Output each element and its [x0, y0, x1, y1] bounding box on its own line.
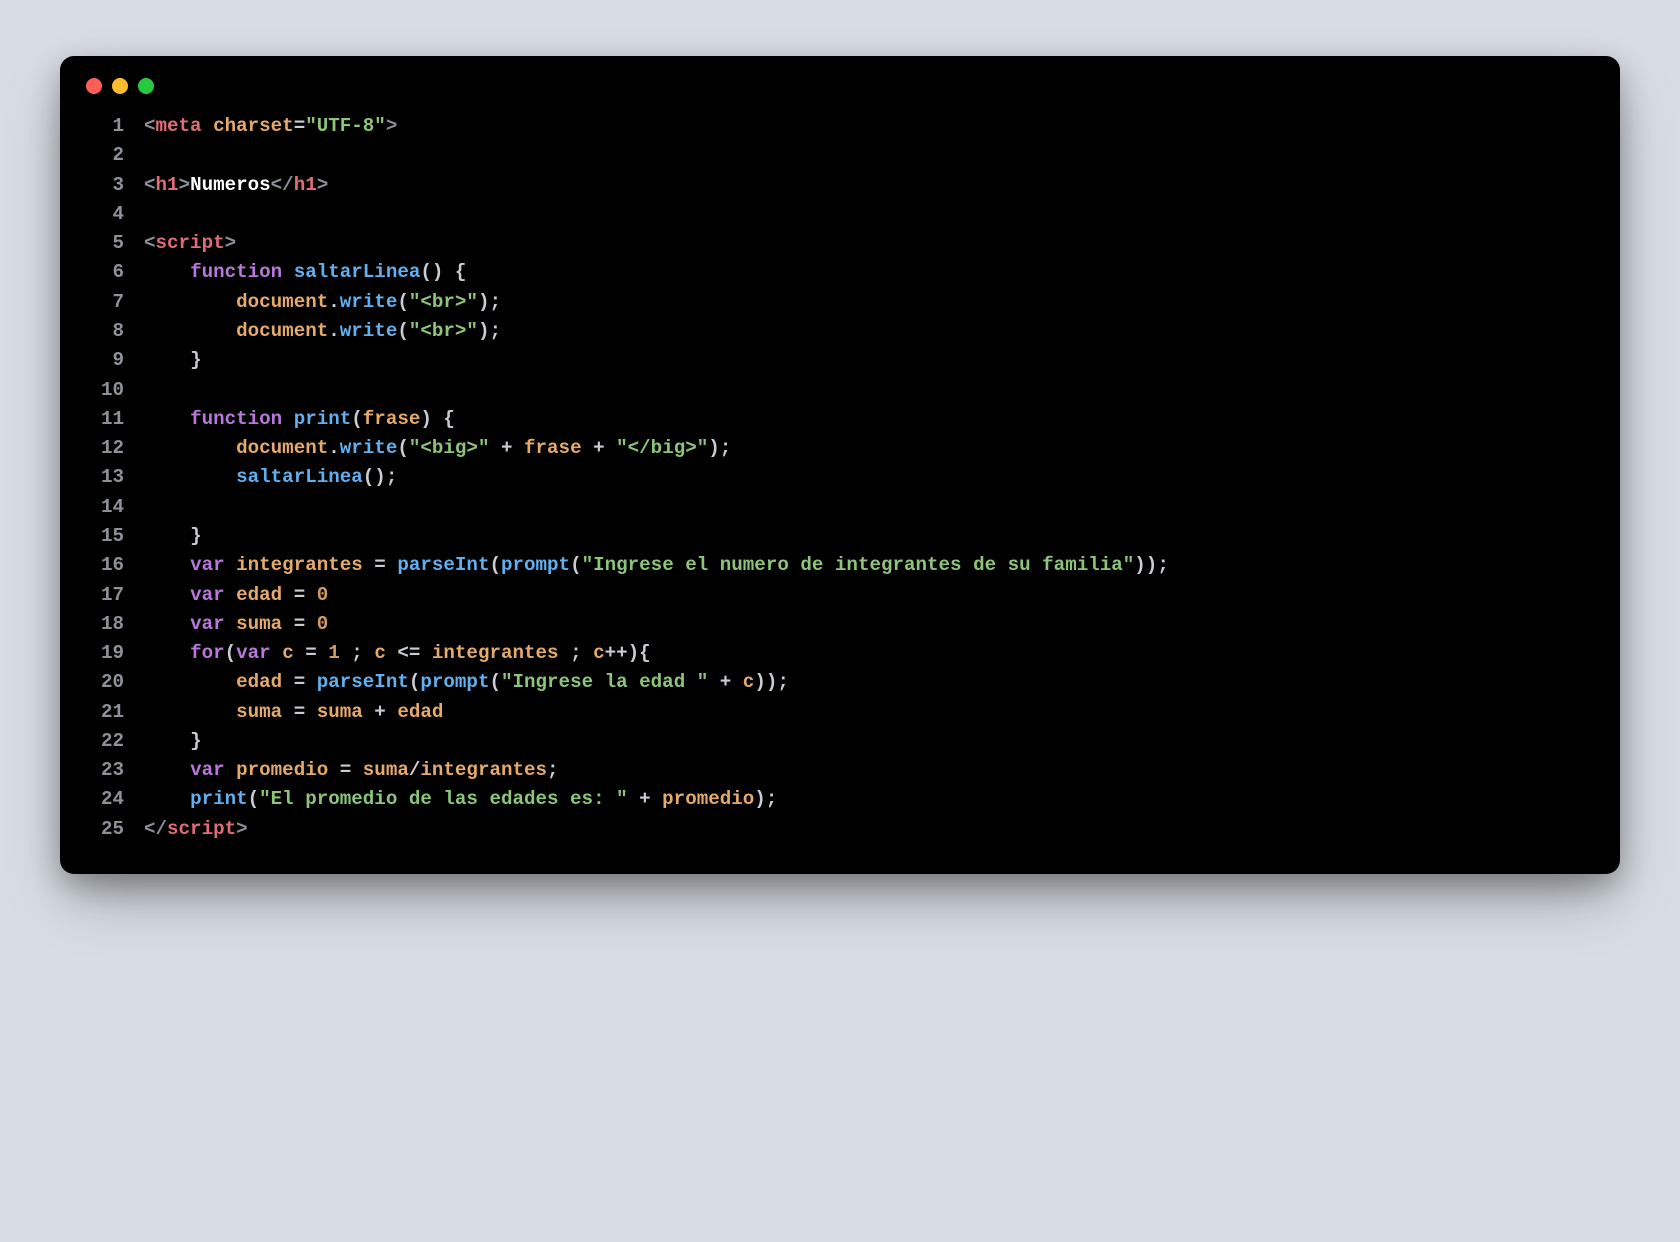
code-line: 12 document.write("<big>" + frase + "</b…	[60, 434, 1592, 463]
code-line: 10	[60, 376, 1592, 405]
line-number: 21	[60, 698, 126, 727]
code-line: 25 </script>	[60, 815, 1592, 844]
code-line: 14	[60, 493, 1592, 522]
code-content	[144, 200, 1592, 229]
line-number: 22	[60, 727, 126, 756]
code-line: 18 var suma = 0	[60, 610, 1592, 639]
code-line: 2	[60, 141, 1592, 170]
line-number: 3	[60, 171, 126, 200]
line-number: 17	[60, 581, 126, 610]
code-content	[144, 376, 1592, 405]
code-line: 7 document.write("<br>");	[60, 288, 1592, 317]
line-number: 7	[60, 288, 126, 317]
line-number: 12	[60, 434, 126, 463]
code-content: var promedio = suma/integrantes;	[144, 756, 1592, 785]
line-number: 23	[60, 756, 126, 785]
line-number: 25	[60, 815, 126, 844]
line-number: 14	[60, 493, 126, 522]
code-window: 1 <meta charset="UTF-8"> 2 3 <h1>Numeros</h…	[60, 56, 1620, 874]
code-line: 21 suma = suma + edad	[60, 698, 1592, 727]
line-number: 20	[60, 668, 126, 697]
code-content	[144, 493, 1592, 522]
code-line: 11 function print(frase) {	[60, 405, 1592, 434]
code-content: }	[144, 346, 1592, 375]
code-content: }	[144, 522, 1592, 551]
code-line: 5 <script>	[60, 229, 1592, 258]
line-number: 5	[60, 229, 126, 258]
close-icon[interactable]	[86, 78, 102, 94]
code-content: document.write("<br>");	[144, 317, 1592, 346]
line-number: 6	[60, 258, 126, 287]
code-content: var integrantes = parseInt(prompt("Ingre…	[144, 551, 1592, 580]
code-content: function saltarLinea() {	[144, 258, 1592, 287]
line-number: 11	[60, 405, 126, 434]
line-number: 16	[60, 551, 126, 580]
code-line: 24 print("El promedio de las edades es: …	[60, 785, 1592, 814]
code-content: saltarLinea();	[144, 463, 1592, 492]
code-content: var edad = 0	[144, 581, 1592, 610]
line-number: 2	[60, 141, 126, 170]
line-number: 15	[60, 522, 126, 551]
line-number: 24	[60, 785, 126, 814]
code-content: print("El promedio de las edades es: " +…	[144, 785, 1592, 814]
line-number: 18	[60, 610, 126, 639]
code-line: 19 for(var c = 1 ; c <= integrantes ; c+…	[60, 639, 1592, 668]
code-line: 16 var integrantes = parseInt(prompt("In…	[60, 551, 1592, 580]
code-line: 20 edad = parseInt(prompt("Ingrese la ed…	[60, 668, 1592, 697]
code-line: 6 function saltarLinea() {	[60, 258, 1592, 287]
code-content	[144, 141, 1592, 170]
code-line: 23 var promedio = suma/integrantes;	[60, 756, 1592, 785]
code-content: edad = parseInt(prompt("Ingrese la edad …	[144, 668, 1592, 697]
code-line: 1 <meta charset="UTF-8">	[60, 112, 1592, 141]
code-line: 13 saltarLinea();	[60, 463, 1592, 492]
code-content: document.write("<big>" + frase + "</big>…	[144, 434, 1592, 463]
line-number: 8	[60, 317, 126, 346]
line-number: 4	[60, 200, 126, 229]
code-content: var suma = 0	[144, 610, 1592, 639]
code-line: 4	[60, 200, 1592, 229]
code-line: 8 document.write("<br>");	[60, 317, 1592, 346]
code-line: 15 }	[60, 522, 1592, 551]
code-content: </script>	[144, 815, 1592, 844]
code-content: <h1>Numeros</h1>	[144, 171, 1592, 200]
line-number: 10	[60, 376, 126, 405]
line-number: 1	[60, 112, 126, 141]
code-content: <meta charset="UTF-8">	[144, 112, 1592, 141]
code-line: 9 }	[60, 346, 1592, 375]
code-content: document.write("<br>");	[144, 288, 1592, 317]
zoom-icon[interactable]	[138, 78, 154, 94]
line-number: 13	[60, 463, 126, 492]
window-titlebar	[60, 56, 1620, 102]
minimize-icon[interactable]	[112, 78, 128, 94]
code-content: suma = suma + edad	[144, 698, 1592, 727]
line-number: 9	[60, 346, 126, 375]
line-number: 19	[60, 639, 126, 668]
code-editor: 1 <meta charset="UTF-8"> 2 3 <h1>Numeros</h…	[60, 102, 1620, 844]
code-content: }	[144, 727, 1592, 756]
code-content: <script>	[144, 229, 1592, 258]
code-line: 3 <h1>Numeros</h1>	[60, 171, 1592, 200]
code-line: 17 var edad = 0	[60, 581, 1592, 610]
code-line: 22 }	[60, 727, 1592, 756]
code-content: function print(frase) {	[144, 405, 1592, 434]
code-content: for(var c = 1 ; c <= integrantes ; c++){	[144, 639, 1592, 668]
